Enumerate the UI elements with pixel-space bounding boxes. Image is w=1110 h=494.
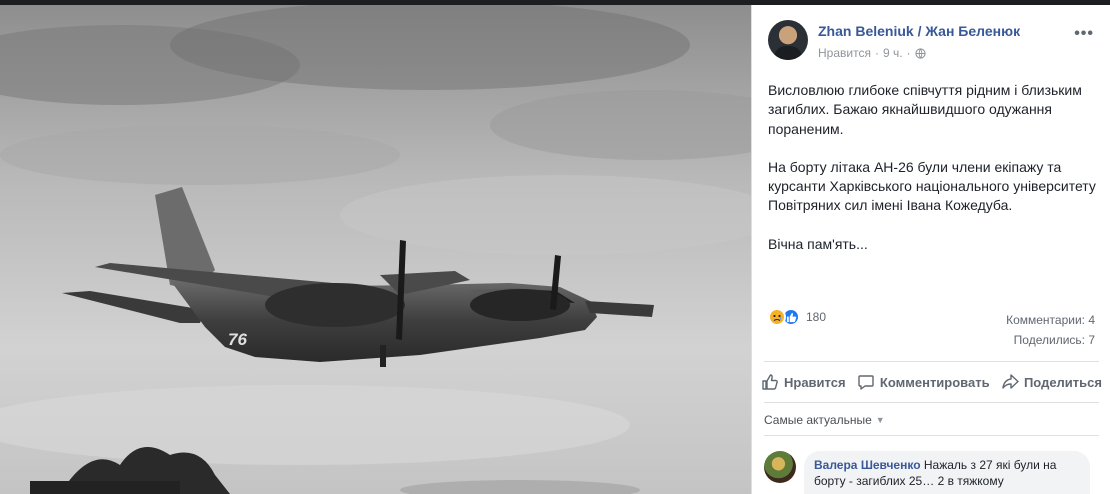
post-paragraph: Вічна пам'ять... bbox=[768, 235, 868, 252]
share-icon bbox=[1002, 374, 1019, 389]
post-actions: Нравится Комментировать Поделиться bbox=[758, 366, 1105, 398]
author-avatar[interactable] bbox=[768, 20, 808, 60]
divider bbox=[764, 361, 1099, 362]
like-button[interactable]: Нравится bbox=[758, 373, 849, 391]
share-button-label: Поделиться bbox=[1023, 374, 1102, 390]
meta-separator: · bbox=[874, 46, 879, 60]
comment-icon bbox=[858, 375, 874, 390]
chevron-down-icon: ▼ bbox=[875, 415, 885, 425]
more-options-icon[interactable]: ••• bbox=[1074, 25, 1094, 43]
reactions-summary[interactable]: 180 bbox=[768, 308, 826, 326]
post-panel: Zhan Beleniuk / Жан Беленюк Нравится · 9… bbox=[751, 5, 1110, 494]
post-time[interactable]: 9 ч. bbox=[883, 46, 903, 60]
post-photo[interactable]: 76 bbox=[0, 5, 751, 494]
divider bbox=[764, 402, 1099, 403]
globe-icon bbox=[914, 47, 926, 59]
reaction-count: 180 bbox=[806, 310, 827, 324]
comments-count[interactable]: Комментарии: 4 bbox=[1006, 313, 1095, 327]
comment-button[interactable]: Комментировать bbox=[854, 373, 993, 391]
comment-bubble: Валера Шевченко Нажаль з 27 які були на … bbox=[804, 451, 1090, 494]
commenter-avatar[interactable] bbox=[764, 451, 796, 483]
aircraft-number: 76 bbox=[228, 330, 247, 349]
comment-sort-dropdown[interactable]: Самые актуальные ▼ bbox=[764, 413, 885, 427]
like-icon bbox=[762, 374, 778, 390]
share-button[interactable]: Поделиться bbox=[998, 373, 1105, 391]
commenter-name[interactable]: Валера Шевченко bbox=[814, 458, 921, 472]
shares-count[interactable]: Поделились: 7 bbox=[1014, 333, 1095, 347]
author-name[interactable]: Zhan Beleniuk / Жан Беленюк bbox=[818, 23, 1020, 39]
comment-button-label: Комментировать bbox=[879, 374, 990, 390]
divider bbox=[764, 435, 1099, 436]
post-paragraph: На борту літака АН-26 були члени екіпажу… bbox=[768, 158, 1096, 214]
airplane-photo: 76 bbox=[0, 5, 751, 494]
post-text: Висловлюю глибоке співчуття рідним і бли… bbox=[768, 81, 1098, 273]
post-meta: Нравится · 9 ч. · bbox=[818, 46, 926, 60]
page-like-link[interactable]: Нравится bbox=[818, 46, 871, 60]
like-button-label: Нравится bbox=[784, 374, 846, 390]
sad-reaction-icon bbox=[768, 308, 786, 326]
meta-separator-2: · bbox=[906, 46, 911, 60]
post-paragraph: Висловлюю глибоке співчуття рідним і бли… bbox=[768, 82, 1082, 137]
sort-label: Самые актуальные bbox=[764, 413, 872, 427]
